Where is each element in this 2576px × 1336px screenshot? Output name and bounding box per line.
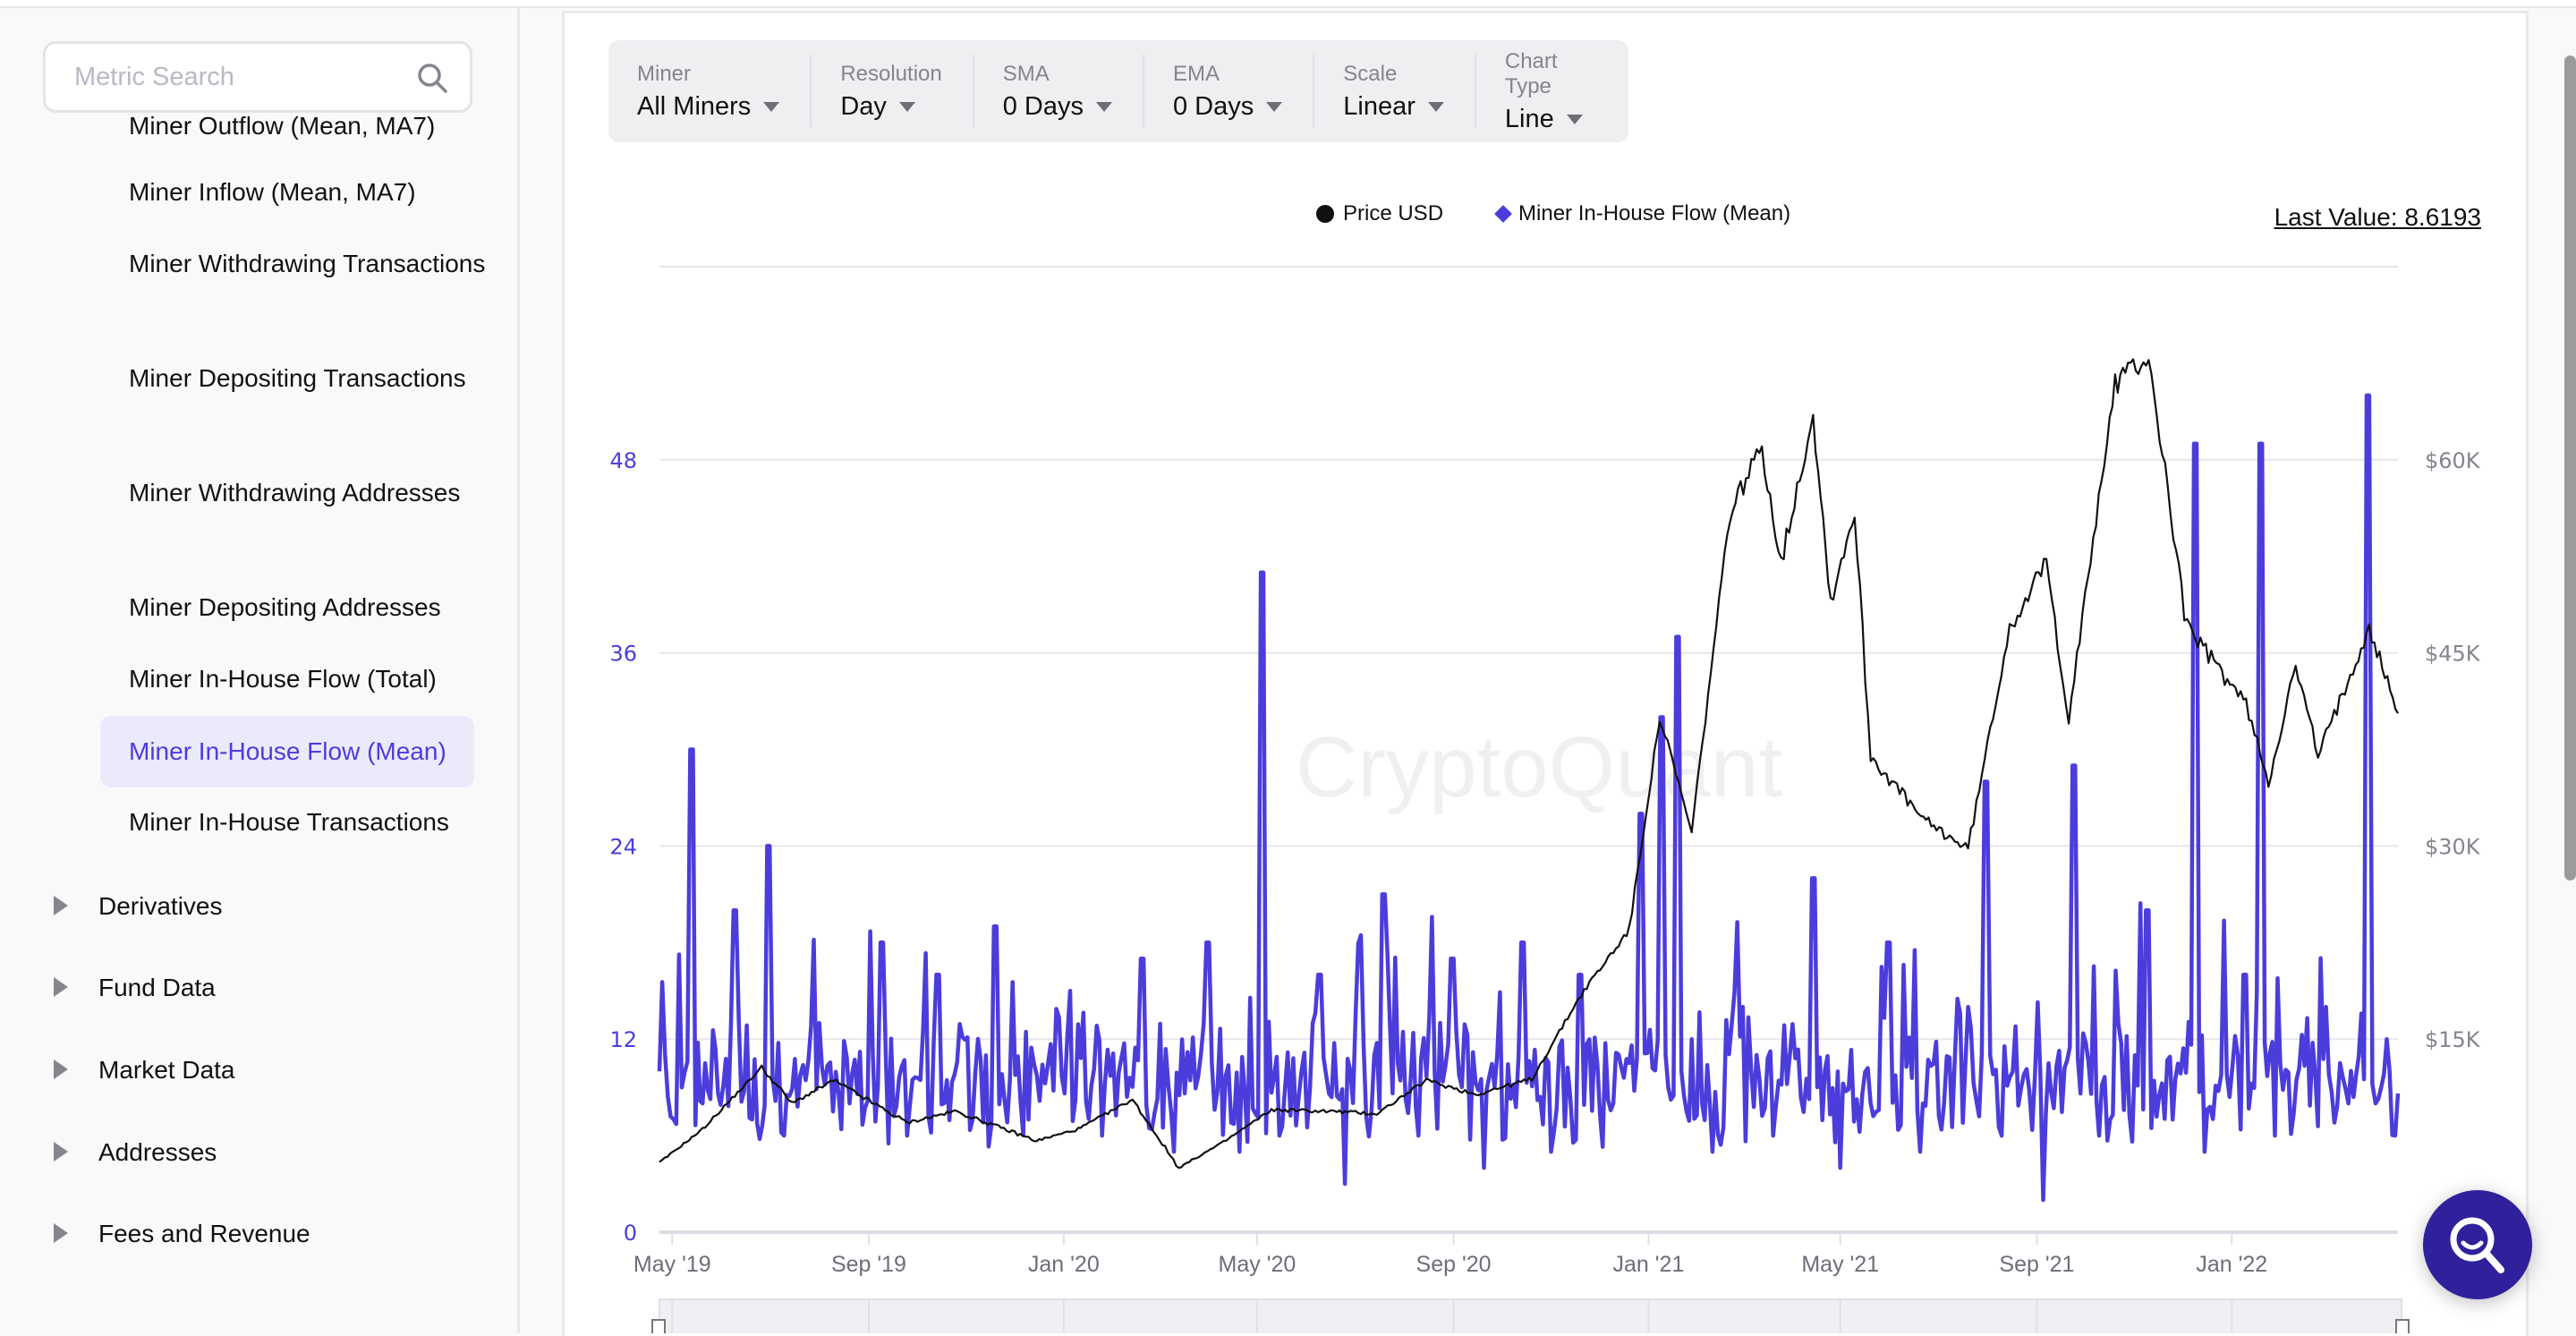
y-right-tick-label: $30K — [2425, 834, 2481, 859]
x-tick-label: May '19 — [633, 1252, 711, 1277]
navigator-track — [659, 1298, 2402, 1333]
x-tick-label: May '20 — [1219, 1252, 1297, 1277]
y-axis-left: 0 12 24 36 48 — [609, 448, 637, 1246]
y-axis-right: $15K $30K $45K $60K — [2425, 448, 2481, 1052]
x-tick-label: May '21 — [1801, 1252, 1879, 1277]
y-right-tick-label: $60K — [2425, 448, 2481, 473]
navigator-handle-left — [651, 1319, 666, 1333]
watermark: CryptoQuant — [1296, 719, 1782, 815]
y-left-tick-label: 24 — [609, 834, 637, 859]
range-navigator — [651, 1298, 2410, 1333]
x-tick-label: Sep '21 — [1999, 1252, 2074, 1277]
y-left-tick-label: 48 — [609, 448, 637, 473]
y-right-tick-label: $45K — [2425, 642, 2481, 667]
x-tick-label: Jan '22 — [2196, 1252, 2267, 1277]
y-right-tick-label: $15K — [2425, 1027, 2481, 1052]
search-icon — [2450, 1217, 2504, 1273]
x-tick-label: Sep '20 — [1416, 1252, 1492, 1277]
x-tick-label: Jan '20 — [1028, 1252, 1100, 1277]
x-axis: May '19 Sep '19 Jan '20 May '20 Sep '20 Jan '… — [633, 1234, 2267, 1277]
page-scrollbar[interactable] — [2564, 55, 2576, 881]
x-tick-label: Sep '19 — [831, 1252, 906, 1277]
chart-svg: CryptoQuant 0 12 24 36 48 $15K $30K $45K $60K M… — [609, 266, 2481, 1333]
y-left-tick-label: 36 — [609, 642, 637, 667]
navigator-handle-right — [2395, 1319, 2410, 1333]
y-left-tick-label: 0 — [624, 1221, 637, 1246]
y-left-tick-label: 12 — [609, 1027, 637, 1052]
x-tick-label: Jan '21 — [1613, 1252, 1685, 1277]
search-fab[interactable] — [2423, 1190, 2532, 1299]
